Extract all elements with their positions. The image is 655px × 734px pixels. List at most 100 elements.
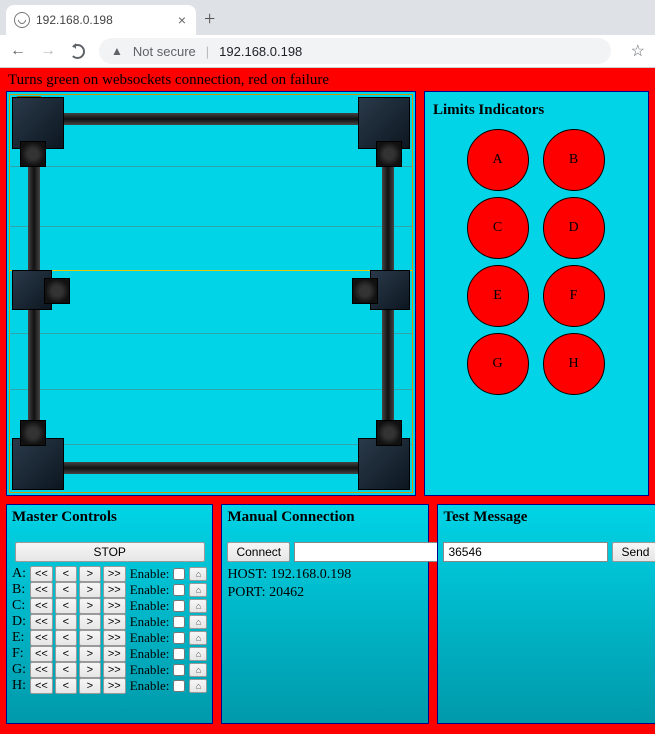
axis-enable-checkbox[interactable] xyxy=(173,568,185,580)
port-line: PORT: 20462 xyxy=(227,584,423,602)
stop-button[interactable]: STOP xyxy=(15,542,205,562)
axis-home-button[interactable]: ⌂ xyxy=(189,663,207,677)
axis-rewind-fast-button[interactable]: << xyxy=(30,630,53,646)
axis-forward-fast-button[interactable]: >> xyxy=(103,582,126,598)
address-bar[interactable]: ▲ Not secure | 192.168.0.198 xyxy=(99,38,611,64)
axis-forward-button[interactable]: > xyxy=(79,630,101,646)
axis-forward-fast-button[interactable]: >> xyxy=(103,678,126,694)
axis-enable-checkbox[interactable] xyxy=(173,616,185,628)
axis-forward-button[interactable]: > xyxy=(79,662,101,678)
enable-label: Enable: xyxy=(130,646,170,662)
axis-rewind-button[interactable]: < xyxy=(55,630,77,646)
axis-forward-button[interactable]: > xyxy=(79,566,101,582)
axis-forward-button[interactable]: > xyxy=(79,646,101,662)
axis-rewind-fast-button[interactable]: << xyxy=(30,614,53,630)
axis-rewind-button[interactable]: < xyxy=(55,662,77,678)
limit-led-c: C xyxy=(467,197,529,259)
axis-forward-fast-button[interactable]: >> xyxy=(103,598,126,614)
enable-label: Enable: xyxy=(130,630,170,646)
limit-led-e: E xyxy=(467,265,529,327)
axis-rewind-fast-button[interactable]: << xyxy=(30,582,53,598)
axis-label: C: xyxy=(12,598,28,614)
not-secure-icon: ▲ xyxy=(111,44,123,58)
new-tab-button[interactable]: + xyxy=(196,8,225,35)
axis-home-button[interactable]: ⌂ xyxy=(189,583,207,597)
axis-label: B: xyxy=(12,582,28,598)
axis-rewind-fast-button[interactable]: << xyxy=(30,646,53,662)
send-button[interactable]: Send xyxy=(612,542,655,562)
axis-enable-checkbox[interactable] xyxy=(173,632,185,644)
connect-button[interactable]: Connect xyxy=(227,542,290,562)
machine-canvas[interactable] xyxy=(9,94,413,493)
axis-home-button[interactable]: ⌂ xyxy=(189,599,207,613)
axis-forward-button[interactable]: > xyxy=(79,614,101,630)
axis-rewind-fast-button[interactable]: << xyxy=(30,678,53,694)
tab-title: 192.168.0.198 xyxy=(36,13,113,27)
connection-banner: Turns green on websockets connection, re… xyxy=(6,72,649,91)
axis-forward-button[interactable]: > xyxy=(79,598,101,614)
axis-label: A: xyxy=(12,566,28,582)
forward-button: → xyxy=(40,42,56,60)
page-body: Turns green on websockets connection, re… xyxy=(0,68,655,734)
enable-label: Enable: xyxy=(130,566,170,582)
axis-forward-button[interactable]: > xyxy=(79,582,101,598)
limit-led-f: F xyxy=(543,265,605,327)
axis-rewind-fast-button[interactable]: << xyxy=(30,598,53,614)
axis-home-button[interactable]: ⌂ xyxy=(189,615,207,629)
axis-rewind-button[interactable]: < xyxy=(55,598,77,614)
axis-enable-checkbox[interactable] xyxy=(173,600,185,612)
axis-label: D: xyxy=(12,614,28,630)
axis-home-button[interactable]: ⌂ xyxy=(189,567,207,581)
limits-title: Limits Indicators xyxy=(433,102,640,119)
axis-home-button[interactable]: ⌂ xyxy=(189,631,207,645)
axis-row-f: F:<<<>>>Enable:⌂ xyxy=(12,646,207,662)
master-title: Master Controls xyxy=(12,509,207,526)
axis-forward-button[interactable]: > xyxy=(79,678,101,694)
axis-row-g: G:<<<>>>Enable:⌂ xyxy=(12,662,207,678)
axis-forward-fast-button[interactable]: >> xyxy=(103,566,126,582)
motor-mid xyxy=(370,270,410,310)
axis-rewind-button[interactable]: < xyxy=(55,646,77,662)
axis-row-a: A:<<<>>>Enable:⌂ xyxy=(12,566,207,582)
axis-forward-fast-button[interactable]: >> xyxy=(103,646,126,662)
enable-label: Enable: xyxy=(130,678,170,694)
back-button[interactable]: ← xyxy=(10,42,26,60)
limit-led-a: A xyxy=(467,129,529,191)
axis-rewind-button[interactable]: < xyxy=(55,678,77,694)
limits-panel: Limits Indicators A B C D E F G H xyxy=(424,91,649,496)
axis-rewind-fast-button[interactable]: << xyxy=(30,566,53,582)
axis-forward-fast-button[interactable]: >> xyxy=(103,630,126,646)
axis-forward-fast-button[interactable]: >> xyxy=(103,614,126,630)
master-controls-panel: Master Controls STOP A:<<<>>>Enable:⌂B:<… xyxy=(6,504,213,724)
axis-row-e: E:<<<>>>Enable:⌂ xyxy=(12,630,207,646)
axis-row-h: H:<<<>>>Enable:⌂ xyxy=(12,678,207,694)
motor-corner xyxy=(12,438,64,490)
tab-strip: 192.168.0.198 × + xyxy=(0,0,655,35)
motor-mid xyxy=(12,270,52,310)
axis-forward-fast-button[interactable]: >> xyxy=(103,662,126,678)
motor-corner xyxy=(358,438,410,490)
axis-rewind-button[interactable]: < xyxy=(55,582,77,598)
axis-home-button[interactable]: ⌂ xyxy=(189,647,207,661)
axis-enable-checkbox[interactable] xyxy=(173,648,185,660)
limit-led-d: D xyxy=(543,197,605,259)
axis-enable-checkbox[interactable] xyxy=(173,584,185,596)
axis-home-button[interactable]: ⌂ xyxy=(189,679,207,693)
browser-tab[interactable]: 192.168.0.198 × xyxy=(6,5,196,35)
close-icon[interactable]: × xyxy=(178,12,186,28)
reload-button[interactable] xyxy=(70,44,85,59)
axis-row-b: B:<<<>>>Enable:⌂ xyxy=(12,582,207,598)
enable-label: Enable: xyxy=(130,598,170,614)
axis-enable-checkbox[interactable] xyxy=(173,664,185,676)
globe-icon xyxy=(14,12,30,28)
connect-input[interactable] xyxy=(294,542,459,562)
axis-rewind-button[interactable]: < xyxy=(55,566,77,582)
security-label: Not secure xyxy=(133,44,196,59)
axis-enable-checkbox[interactable] xyxy=(173,680,185,692)
axis-rewind-fast-button[interactable]: << xyxy=(30,662,53,678)
bookmark-icon[interactable]: ☆ xyxy=(631,41,645,61)
motor-corner xyxy=(358,97,410,149)
test-input[interactable] xyxy=(443,542,608,562)
axis-rewind-button[interactable]: < xyxy=(55,614,77,630)
toolbar: ← → ▲ Not secure | 192.168.0.198 ☆ xyxy=(0,35,655,68)
